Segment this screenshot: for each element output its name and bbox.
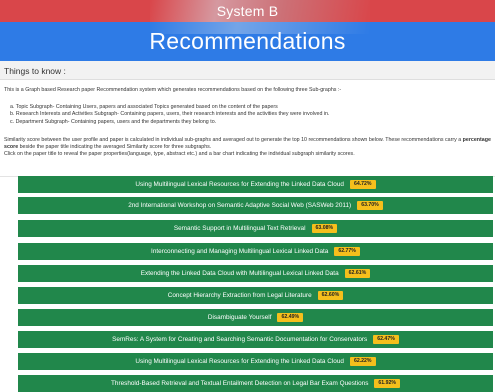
recommendation-title[interactable]: SemRes: A System for Creating and Search… xyxy=(112,336,367,343)
recommendation-title[interactable]: Extending the Linked Data Cloud with Mul… xyxy=(141,270,339,277)
recommendation-item[interactable]: Extending the Linked Data Cloud with Mul… xyxy=(18,265,493,282)
system-title: System B xyxy=(216,3,279,19)
recommendation-item[interactable]: Concept Hierarchy Extraction from Legal … xyxy=(18,287,493,304)
method-text: Similarity score between the user profil… xyxy=(4,137,463,143)
info-intro: This is a Graph based Research paper Rec… xyxy=(4,87,342,93)
score-badge: 62.22% xyxy=(349,357,376,366)
recommendation-title[interactable]: Using Multilingual Lexical Resources for… xyxy=(135,358,344,365)
recommendation-title[interactable]: 2nd International Workshop on Semantic A… xyxy=(128,202,351,209)
method-description: Similarity score between the user profil… xyxy=(4,137,492,159)
recommendation-item[interactable]: Interconnecting and Managing Multilingua… xyxy=(18,243,493,260)
score-badge: 63.70% xyxy=(357,201,383,210)
recommendation-item[interactable]: Threshold-Based Retrieval and Textual En… xyxy=(18,375,493,392)
score-badge: 62.49% xyxy=(277,313,304,322)
subgraph-item: b. Research Interests and Activities Sub… xyxy=(10,111,330,118)
recommendation-title[interactable]: Interconnecting and Managing Multilingua… xyxy=(151,248,328,255)
score-badge: 62.47% xyxy=(373,335,399,344)
recommendation-item[interactable]: 2nd International Workshop on Semantic A… xyxy=(18,197,493,214)
subgraph-item: c. Department Subgraph- Containing paper… xyxy=(10,118,217,125)
recommendation-title[interactable]: Semantic Support in Multilingual Text Re… xyxy=(174,225,306,232)
recommendation-item[interactable]: SemRes: A System for Creating and Search… xyxy=(18,331,493,348)
recommendation-item[interactable]: Using Multilingual Lexical Resources for… xyxy=(18,176,493,193)
recommendation-title[interactable]: Disambiguate Yourself xyxy=(208,314,272,321)
subgraph-item: a. Topic Subgraph- Containing Users, pap… xyxy=(10,104,278,110)
recommendation-title[interactable]: Concept Hierarchy Extraction from Legal … xyxy=(168,292,312,299)
info-heading: Things to know : xyxy=(0,61,495,80)
recommendation-item[interactable]: Using Multilingual Lexical Resources for… xyxy=(18,353,493,370)
method-instruction: Click on the paper title to reveal the p… xyxy=(4,151,355,158)
recommendation-title[interactable]: Using Multilingual Lexical Resources for… xyxy=(135,181,344,188)
score-badge: 62.61% xyxy=(344,269,371,278)
score-badge: 64.72% xyxy=(349,180,376,189)
recommendation-item[interactable]: Semantic Support in Multilingual Text Re… xyxy=(18,220,493,237)
recommendation-item[interactable]: Disambiguate Yourself 62.49% xyxy=(18,309,493,326)
recommendation-title[interactable]: Threshold-Based Retrieval and Textual En… xyxy=(111,380,368,387)
method-text: beside the paper title indicating the av… xyxy=(18,144,212,151)
subgraph-list: a. Topic Subgraph- Containing Users, pap… xyxy=(10,104,329,126)
score-badge: 63.08% xyxy=(311,224,338,233)
score-badge: 61.92% xyxy=(374,379,401,388)
page: System B Recommendations Things to know … xyxy=(0,0,495,392)
recommendations-header: Recommendations xyxy=(0,22,495,61)
score-badge: 62.60% xyxy=(317,291,344,300)
page-title: Recommendations xyxy=(149,28,346,54)
system-header: System B xyxy=(0,0,495,22)
score-badge: 62.77% xyxy=(334,247,360,256)
